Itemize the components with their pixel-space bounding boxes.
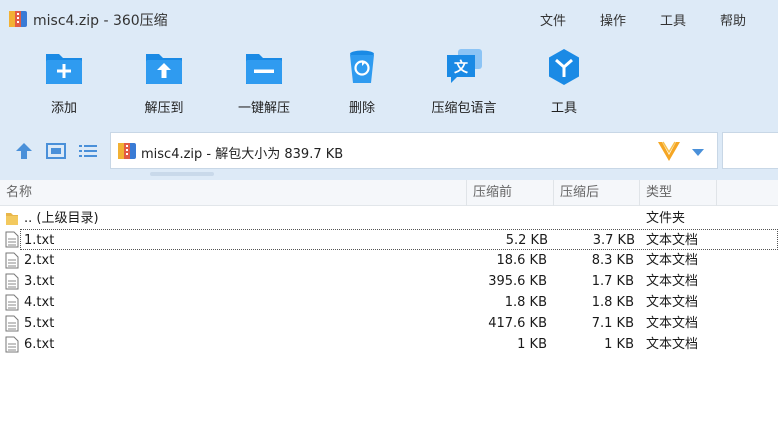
- file-size-before: [467, 208, 547, 229]
- recycle-bin-icon: [350, 50, 374, 83]
- file-size-before: 18.6 KB: [496, 253, 547, 268]
- add-button[interactable]: 添加: [19, 48, 109, 118]
- zip-archive-icon: [9, 11, 27, 27]
- file-type: 文本文档: [646, 233, 699, 248]
- text-file-icon: [5, 315, 19, 332]
- column-before-header[interactable]: 压缩前: [467, 180, 554, 206]
- table-row[interactable]: 2.txt 18.6 KB 8.3 KB 文本文档: [0, 250, 778, 271]
- file-type: 文本文档: [646, 316, 699, 331]
- file-size-before: 417.6 KB: [488, 316, 547, 331]
- add-label: 添加: [50, 101, 77, 116]
- file-size-before: 1 KB: [517, 337, 547, 352]
- table-row[interactable]: .. (上级目录) 文件夹: [0, 208, 778, 229]
- table-row[interactable]: 6.txt 1 KB 1 KB 文本文档: [0, 334, 778, 355]
- up-level-icon[interactable]: [13, 140, 35, 162]
- tools-button[interactable]: 工具: [519, 48, 609, 118]
- extract-to-button[interactable]: 解压到: [119, 48, 209, 118]
- file-size-before: 5.2 KB: [505, 233, 548, 248]
- column-name-header[interactable]: 名称: [0, 180, 467, 206]
- one-click-extract-button[interactable]: 一键解压: [219, 48, 309, 118]
- address-text: misc4.zip - 解包大小为 839.7 KB: [141, 147, 344, 162]
- file-size-after: 7.1 KB: [591, 316, 634, 331]
- file-size-after: 1 KB: [604, 337, 634, 352]
- text-file-icon: [5, 294, 19, 311]
- file-name: 3.txt: [24, 274, 55, 289]
- file-type: 文本文档: [646, 337, 699, 352]
- archive-language-button[interactable]: 文 压缩包语言: [419, 48, 509, 118]
- search-input[interactable]: [722, 132, 778, 169]
- file-size-after: 1.7 KB: [591, 274, 634, 289]
- column-type-header[interactable]: 类型: [640, 180, 717, 206]
- column-after-header[interactable]: 压缩后: [554, 180, 640, 206]
- text-file-icon: [5, 231, 19, 248]
- window-title: misc4.zip - 360压缩: [33, 13, 168, 29]
- file-name: 4.txt: [24, 295, 55, 310]
- menu-help[interactable]: 帮助: [720, 10, 746, 29]
- file-type: 文本文档: [646, 295, 699, 310]
- extract-to-label: 解压到: [144, 101, 184, 116]
- file-size-after: [554, 208, 634, 229]
- file-name: 6.txt: [24, 337, 55, 352]
- text-file-icon: [5, 336, 19, 353]
- file-name: .. (上级目录): [24, 211, 99, 226]
- toolbar-scroll-indicator: [150, 172, 214, 176]
- file-size-before: 1.8 KB: [504, 295, 547, 310]
- chevron-down-icon[interactable]: [691, 147, 705, 157]
- file-name: 2.txt: [24, 253, 55, 268]
- file-size-after: 3.7 KB: [592, 233, 635, 248]
- svg-text:文: 文: [454, 59, 469, 76]
- file-type: 文件夹: [646, 211, 686, 226]
- one-click-extract-label: 一键解压: [237, 101, 290, 116]
- address-bar[interactable]: misc4.zip - 解包大小为 839.7 KB: [110, 132, 718, 169]
- add-folder-icon: [46, 54, 82, 84]
- tools-label: 工具: [550, 101, 577, 116]
- table-row-focused[interactable]: 1.txt 5.2 KB 3.7 KB 文本文档: [20, 229, 778, 250]
- table-row[interactable]: 3.txt 395.6 KB 1.7 KB 文本文档: [0, 271, 778, 292]
- title-bar: misc4.zip - 360压缩 文件 操作 工具 帮助: [0, 0, 778, 38]
- menu-operate[interactable]: 操作: [600, 10, 626, 29]
- v-logo-icon[interactable]: [657, 140, 681, 162]
- menu-file[interactable]: 文件: [540, 10, 566, 29]
- archive-language-label: 压缩包语言: [431, 101, 497, 116]
- file-type: 文本文档: [646, 274, 699, 289]
- menu-tools[interactable]: 工具: [660, 10, 686, 29]
- text-file-icon: [5, 252, 19, 269]
- thumbnail-view-icon[interactable]: [45, 140, 67, 162]
- text-file-icon: [5, 273, 19, 290]
- one-click-folder-icon: [246, 54, 282, 84]
- file-name: 5.txt: [24, 316, 55, 331]
- extract-folder-icon: [146, 54, 182, 84]
- file-name: 1.txt: [24, 233, 55, 248]
- table-row[interactable]: 4.txt 1.8 KB 1.8 KB 文本文档: [0, 292, 778, 313]
- file-size-after: 8.3 KB: [591, 253, 634, 268]
- language-icon: 文: [447, 49, 482, 83]
- delete-label: 删除: [348, 101, 375, 116]
- file-list-header: 名称 压缩前 压缩后 类型: [0, 180, 778, 206]
- delete-button[interactable]: 删除: [317, 48, 407, 118]
- file-size-after: 1.8 KB: [591, 295, 634, 310]
- file-size-before: 395.6 KB: [488, 274, 547, 289]
- folder-icon: [6, 213, 18, 225]
- zip-archive-icon: [118, 143, 136, 159]
- table-row[interactable]: 5.txt 417.6 KB 7.1 KB 文本文档: [0, 313, 778, 334]
- tools-icon: [549, 49, 579, 85]
- list-view-icon[interactable]: [77, 140, 99, 162]
- file-type: 文本文档: [646, 253, 699, 268]
